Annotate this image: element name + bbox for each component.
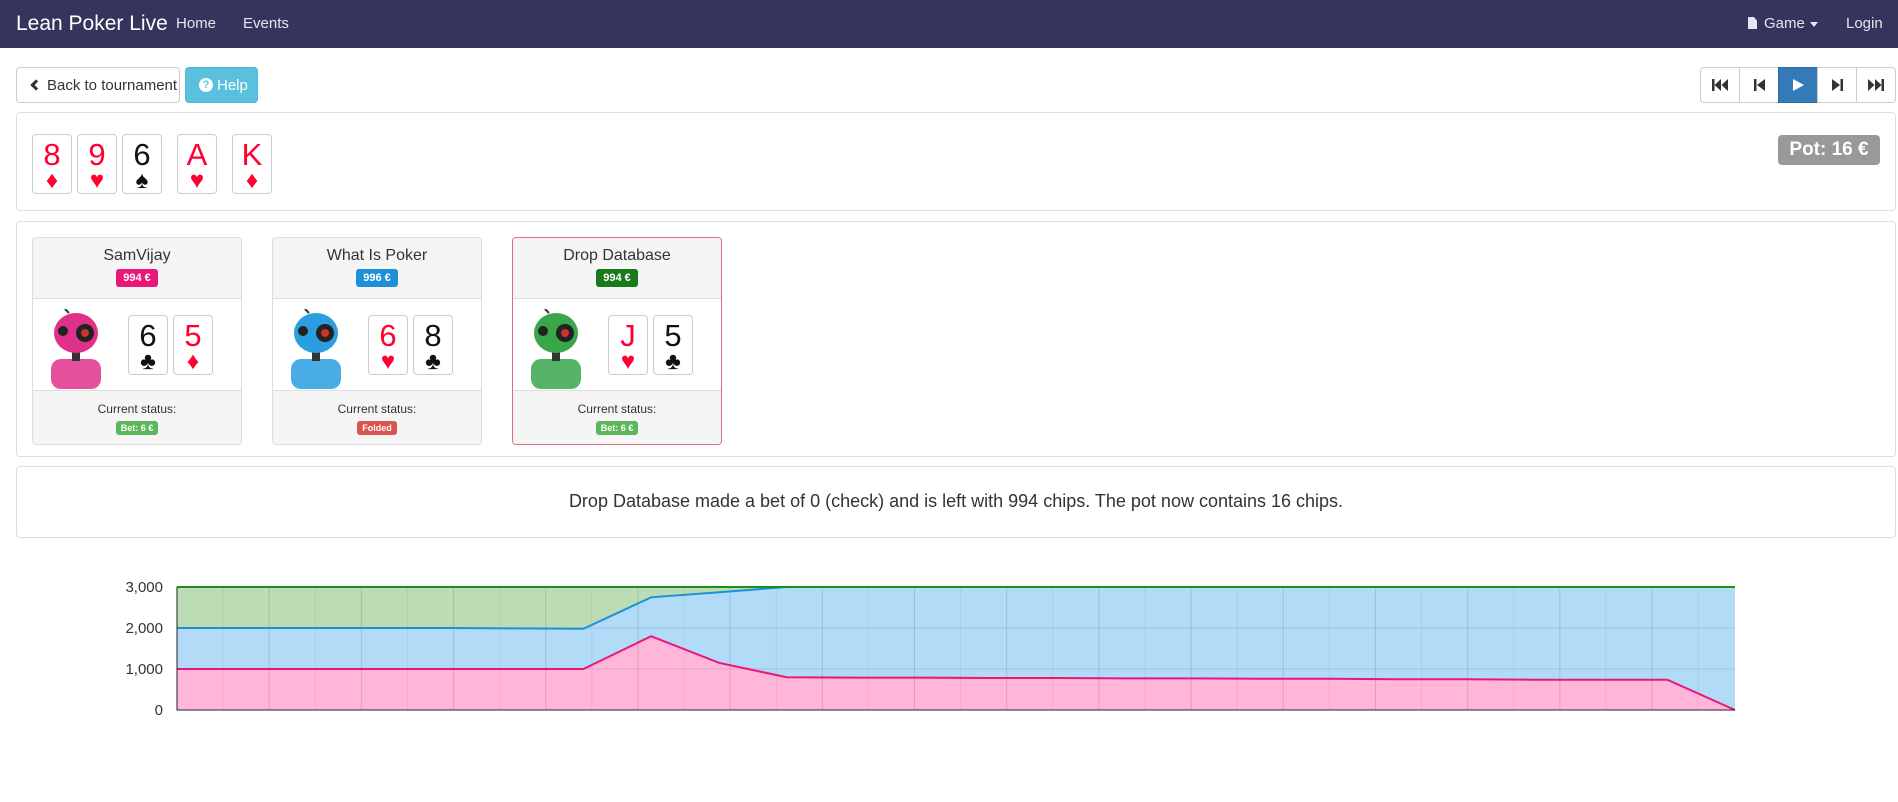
card-rank: K xyxy=(241,137,263,172)
player-card: SamVijay 994 €6 ♣ 5 ♦ Current status: Bet: 6 € xyxy=(32,237,242,445)
board-card: 8 ♦ xyxy=(32,134,72,194)
status-label: Current status: xyxy=(577,402,657,416)
card-suit-icon: ♥ xyxy=(189,167,205,194)
card-suit-icon: ♣ xyxy=(425,348,441,375)
nav-events-link[interactable]: Events xyxy=(243,15,289,32)
status-label: Current status: xyxy=(337,402,417,416)
help-button[interactable]: ? Help xyxy=(185,67,258,103)
status-badge: Bet: 6 € xyxy=(595,421,639,435)
hole-card: 8 ♣ xyxy=(413,315,453,375)
status-badge: Bet: 6 € xyxy=(115,421,159,435)
player-footer: Current status: Bet: 6 € xyxy=(513,390,721,444)
player-header: Drop Database 994 € xyxy=(513,238,721,299)
player-body: 6 ♥ 8 ♣ xyxy=(273,299,481,390)
nav-game-label: Game xyxy=(1764,15,1805,32)
card-suit-icon: ♣ xyxy=(665,348,681,375)
card-suit-icon: ♦ xyxy=(186,348,200,375)
nav-login-link[interactable]: Login xyxy=(1846,15,1883,32)
nav-game-dropdown[interactable]: Game xyxy=(1748,15,1818,32)
hole-card: 5 ♣ xyxy=(653,315,693,375)
player-name: What Is Poker xyxy=(326,247,428,264)
robot-avatar-icon xyxy=(531,309,581,389)
board-card: 6 ♠ xyxy=(122,134,162,194)
card-rank: 8 xyxy=(43,137,61,172)
status-label: Current status: xyxy=(97,402,177,416)
chevron-left-icon xyxy=(30,79,42,91)
status-badge: Folded xyxy=(357,421,397,435)
player-card: Drop Database 994 € J ♥ 5 ♣ Current status: Bet… xyxy=(512,237,722,445)
card-rank: 5 xyxy=(184,318,202,353)
question-circle-icon: ? xyxy=(199,78,213,92)
nav-home-link[interactable]: Home xyxy=(176,15,216,32)
player-name: Drop Database xyxy=(563,247,671,264)
player-header: SamVijay 994 € xyxy=(33,238,241,299)
hole-card: 6 ♣ xyxy=(128,315,168,375)
chart-y-tick-label: 3,000 xyxy=(125,579,163,596)
action-log-panel: Drop Database made a bet of 0 (check) an… xyxy=(16,466,1896,538)
back-button-label: Back to tournament xyxy=(47,76,178,94)
player-chips-badge: 996 € xyxy=(356,269,398,287)
step-forward-icon xyxy=(1831,79,1843,91)
player-footer: Current status: Bet: 6 € xyxy=(33,390,241,444)
player-chips-badge: 994 € xyxy=(596,269,638,287)
card-suit-icon: ♥ xyxy=(620,348,636,375)
skip-to-start-icon xyxy=(1712,79,1728,91)
player-chips-badge: 994 € xyxy=(116,269,158,287)
card-rank: 6 xyxy=(379,318,397,353)
robot-avatar-icon xyxy=(51,309,101,389)
caret-down-icon xyxy=(1809,21,1818,27)
card-suit-icon: ♥ xyxy=(89,167,105,194)
playback-controls xyxy=(1700,67,1896,103)
board-card: K ♦ xyxy=(232,134,272,194)
card-rank: A xyxy=(186,137,208,172)
brand-title[interactable]: Lean Poker Live xyxy=(16,12,168,36)
board-panel xyxy=(16,112,1896,211)
chart-y-tick-label: 1,000 xyxy=(125,661,163,678)
card-rank: 5 xyxy=(664,318,682,353)
card-rank: 6 xyxy=(133,137,151,172)
chip-history-chart: 3,000 2,000 1,000 0 xyxy=(125,579,1736,719)
card-rank: 6 xyxy=(139,318,157,353)
step-back-icon xyxy=(1753,79,1765,91)
hole-card: J ♥ xyxy=(608,315,648,375)
player-header: What Is Poker 996 € xyxy=(273,238,481,299)
skip-to-end-icon xyxy=(1868,79,1884,91)
file-icon xyxy=(1748,17,1757,29)
robot-avatar-icon xyxy=(291,309,341,389)
player-name: SamVijay xyxy=(103,247,171,264)
player-body: 6 ♣ 5 ♦ xyxy=(33,299,241,390)
card-suit-icon: ♦ xyxy=(45,167,59,194)
step-back-button[interactable] xyxy=(1739,67,1779,103)
card-suit-icon: ♥ xyxy=(380,348,396,375)
play-button[interactable] xyxy=(1778,67,1818,103)
pot-badge: Pot: 16 € xyxy=(1778,135,1880,165)
step-forward-button[interactable] xyxy=(1817,67,1857,103)
hole-card: 5 ♦ xyxy=(173,315,213,375)
card-suit-icon: ♠ xyxy=(135,167,149,194)
board-card: 9 ♥ xyxy=(77,134,117,194)
play-icon xyxy=(1792,79,1804,91)
card-rank: 9 xyxy=(88,137,106,172)
card-suit-icon: ♦ xyxy=(245,167,259,194)
player-body: J ♥ 5 ♣ xyxy=(513,299,721,390)
player-card: What Is Poker 996 €6 ♥ 8 ♣ Current status: Fol… xyxy=(272,237,482,445)
action-log-message: Drop Database made a bet of 0 (check) an… xyxy=(568,491,1344,511)
skip-to-end-button[interactable] xyxy=(1856,67,1896,103)
card-rank: 8 xyxy=(424,318,442,353)
player-footer: Current status: Folded xyxy=(273,390,481,444)
card-suit-icon: ♣ xyxy=(140,348,156,375)
back-to-tournament-button[interactable]: Back to tournament xyxy=(16,67,180,103)
chart-y-tick-label: 2,000 xyxy=(125,620,163,637)
card-rank: J xyxy=(620,318,636,353)
skip-to-start-button[interactable] xyxy=(1700,67,1740,103)
help-button-label: Help xyxy=(217,76,248,94)
hole-card: 6 ♥ xyxy=(368,315,408,375)
navbar: Lean Poker Live Home Events Game Login xyxy=(0,0,1898,48)
chart-y-tick-label: 0 xyxy=(155,702,163,719)
board-card: A ♥ xyxy=(177,134,217,194)
